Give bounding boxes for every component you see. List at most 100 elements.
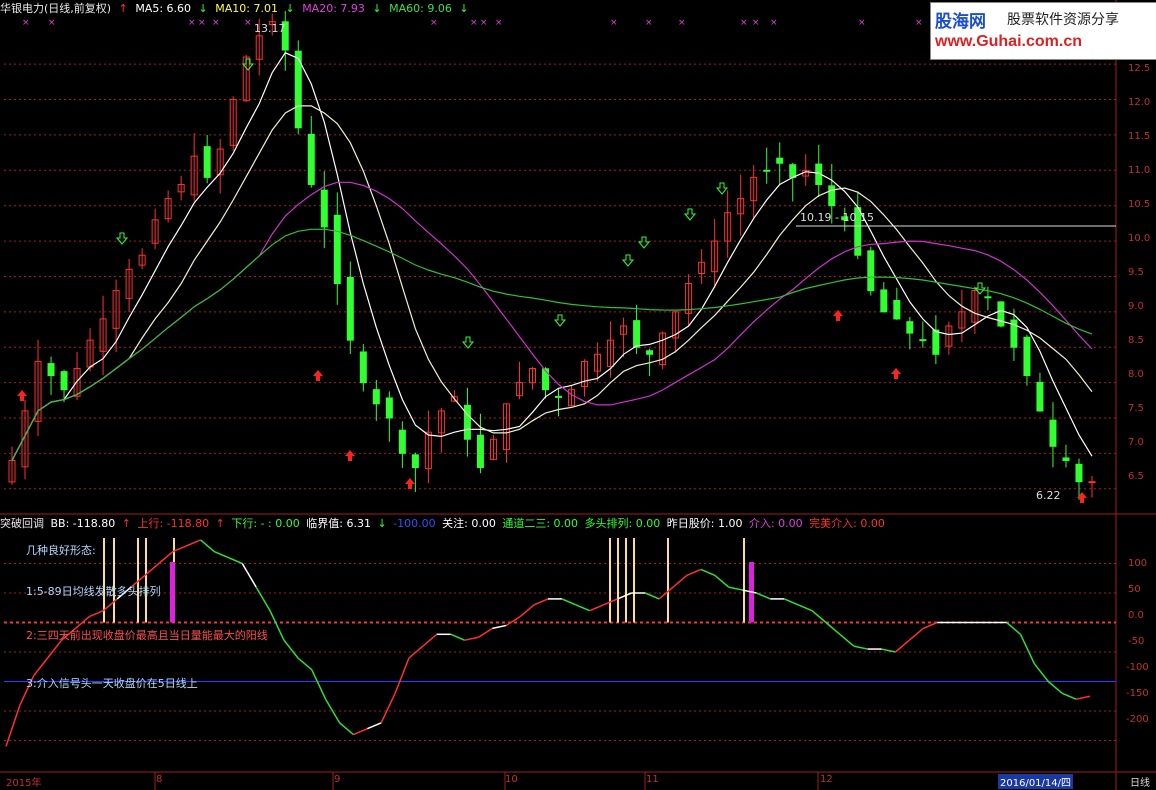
- candle-body: [984, 296, 992, 299]
- candle-body: [919, 339, 927, 342]
- candle-body: [1036, 381, 1044, 412]
- indicator-segment: [297, 657, 313, 671]
- ma10-line: [11, 105, 1093, 461]
- x-marker-icon: ×: [188, 18, 196, 28]
- candle-body: [1088, 481, 1096, 484]
- brand-slogan: 股票软件资源分享: [1007, 12, 1119, 28]
- current-date[interactable]: 2016/01/14/四: [998, 774, 1074, 789]
- time-label: 10: [505, 774, 518, 785]
- note-item-1: 1:5-89日均线发散多头排列: [26, 585, 161, 598]
- indicator-segment: [1006, 621, 1021, 635]
- indicator-segment: [186, 539, 201, 547]
- candle-body: [346, 276, 354, 341]
- guanzhu-value: 关注: 0.00: [442, 517, 496, 530]
- indicator-segment: [5, 704, 21, 747]
- ma5-label[interactable]: MA5: 6.60: [135, 2, 191, 15]
- indicator-segment: [353, 728, 368, 736]
- time-label: 8: [156, 774, 163, 785]
- indicator-segment: [1061, 692, 1077, 700]
- x-marker-icon: ×: [915, 18, 923, 28]
- indicator-segment: [728, 586, 743, 591]
- candle-body: [1075, 463, 1083, 483]
- indicator-segment: [241, 563, 257, 588]
- indicator-segment: [450, 633, 465, 641]
- price-tick: 11.0: [1128, 165, 1151, 176]
- indicator-segment: [589, 604, 604, 612]
- x-marker-icon: ×: [212, 18, 220, 28]
- main-chart-header: 华银电力(日线,前复权) ↑ MA5: 6.60 ↓ MA10: 7.01 ↓ …: [0, 0, 930, 18]
- time-label: 2015年: [6, 778, 42, 789]
- price-tick: 10.0: [1128, 233, 1151, 244]
- jieru-value: 介入: 0.00: [748, 517, 803, 530]
- candle-body: [867, 250, 875, 292]
- down-arrow-icon: ↓: [372, 2, 382, 15]
- sell-arrow-icon: [683, 208, 697, 221]
- indicator-segment: [394, 657, 410, 694]
- duotou-value: 多头排列: 0.00: [584, 517, 661, 530]
- time-label: 11: [646, 774, 659, 785]
- zuori-value: 昨日股价: 1.00: [666, 517, 743, 530]
- x-marker-icon: ×: [470, 18, 478, 28]
- candle-body: [828, 185, 836, 207]
- linjie-value: 临界值: 6.31: [306, 517, 371, 530]
- candle-body: [1049, 419, 1057, 447]
- buy-arrow-icon: [405, 478, 415, 489]
- candle-body: [411, 454, 419, 469]
- indicator-name[interactable]: 突破回调: [0, 517, 44, 530]
- indicator-tick: -150: [1126, 688, 1149, 699]
- stock-chart[interactable]: × × × × × × × × × × × × × × × × × ×: [0, 0, 1156, 790]
- indicator-segment: [908, 627, 924, 641]
- indicator-header: 突破回调 BB: -118.80 ↑ 上行: -118.80 ↑ 下行: - :…: [0, 516, 1110, 532]
- candle-body: [333, 214, 341, 285]
- indicator-segment: [339, 722, 354, 736]
- indicator-tick: 100: [1128, 558, 1148, 569]
- x-marker-icon: ×: [678, 18, 686, 28]
- indicator-segment: [324, 698, 341, 724]
- range-label: 10.19 - 10.15: [800, 211, 874, 224]
- price-tick: 7.5: [1128, 403, 1144, 414]
- price-tick: 11.5: [1128, 131, 1151, 142]
- indicator-segment: [158, 551, 174, 565]
- indicator-segment: [1033, 663, 1049, 682]
- indicator-segment: [228, 556, 243, 565]
- indicator-segment: [505, 615, 521, 627]
- price-tick: 7.0: [1128, 437, 1144, 448]
- indicator-segment: [283, 639, 299, 659]
- indicator-segment: [811, 610, 827, 624]
- indicator-segment: [756, 592, 771, 600]
- candle-body: [893, 299, 901, 320]
- indicator-segment: [1075, 695, 1091, 700]
- candle-body: [307, 133, 315, 185]
- candle-body: [398, 429, 406, 454]
- ma60-label[interactable]: MA60: 9.06: [389, 2, 452, 15]
- candle-body: [463, 404, 471, 440]
- x-marker-icon: ×: [495, 18, 503, 28]
- x-marker-icon: ×: [858, 18, 866, 28]
- low-price-label: 6.22: [1036, 489, 1061, 502]
- x-marker-icon: ×: [752, 18, 760, 28]
- ma10-label[interactable]: MA10: 7.01: [215, 2, 278, 15]
- stock-name[interactable]: 华银电力(日线,前复权): [0, 2, 111, 15]
- candle-body: [633, 320, 641, 348]
- period-label[interactable]: 日线: [1130, 774, 1150, 789]
- indicator-segment: [575, 604, 590, 612]
- candle-body: [763, 169, 771, 172]
- price-tick: 12.5: [1128, 63, 1151, 74]
- indicator-segment: [464, 636, 479, 641]
- candle-body: [789, 164, 797, 178]
- candle-body: [906, 321, 914, 334]
- indicator-segment: [714, 574, 730, 588]
- candle-body: [541, 368, 549, 391]
- indicator-tick: 50: [1128, 584, 1141, 595]
- x-marker-icon: ×: [48, 18, 56, 28]
- note-item-3: 3:介入信号头一天收盘价在5日线上: [26, 677, 198, 690]
- x-marker-icon: ×: [770, 18, 778, 28]
- time-label: 9: [334, 774, 341, 785]
- price-tick: 6.5: [1128, 471, 1144, 482]
- indicator-tick: -100: [1126, 662, 1149, 673]
- up-arrow-icon: ↑: [121, 517, 131, 530]
- indicator-segment: [853, 645, 868, 650]
- candle-body: [476, 434, 484, 469]
- ma20-label[interactable]: MA20: 7.93: [302, 2, 365, 15]
- price-tick: 8.5: [1128, 335, 1144, 346]
